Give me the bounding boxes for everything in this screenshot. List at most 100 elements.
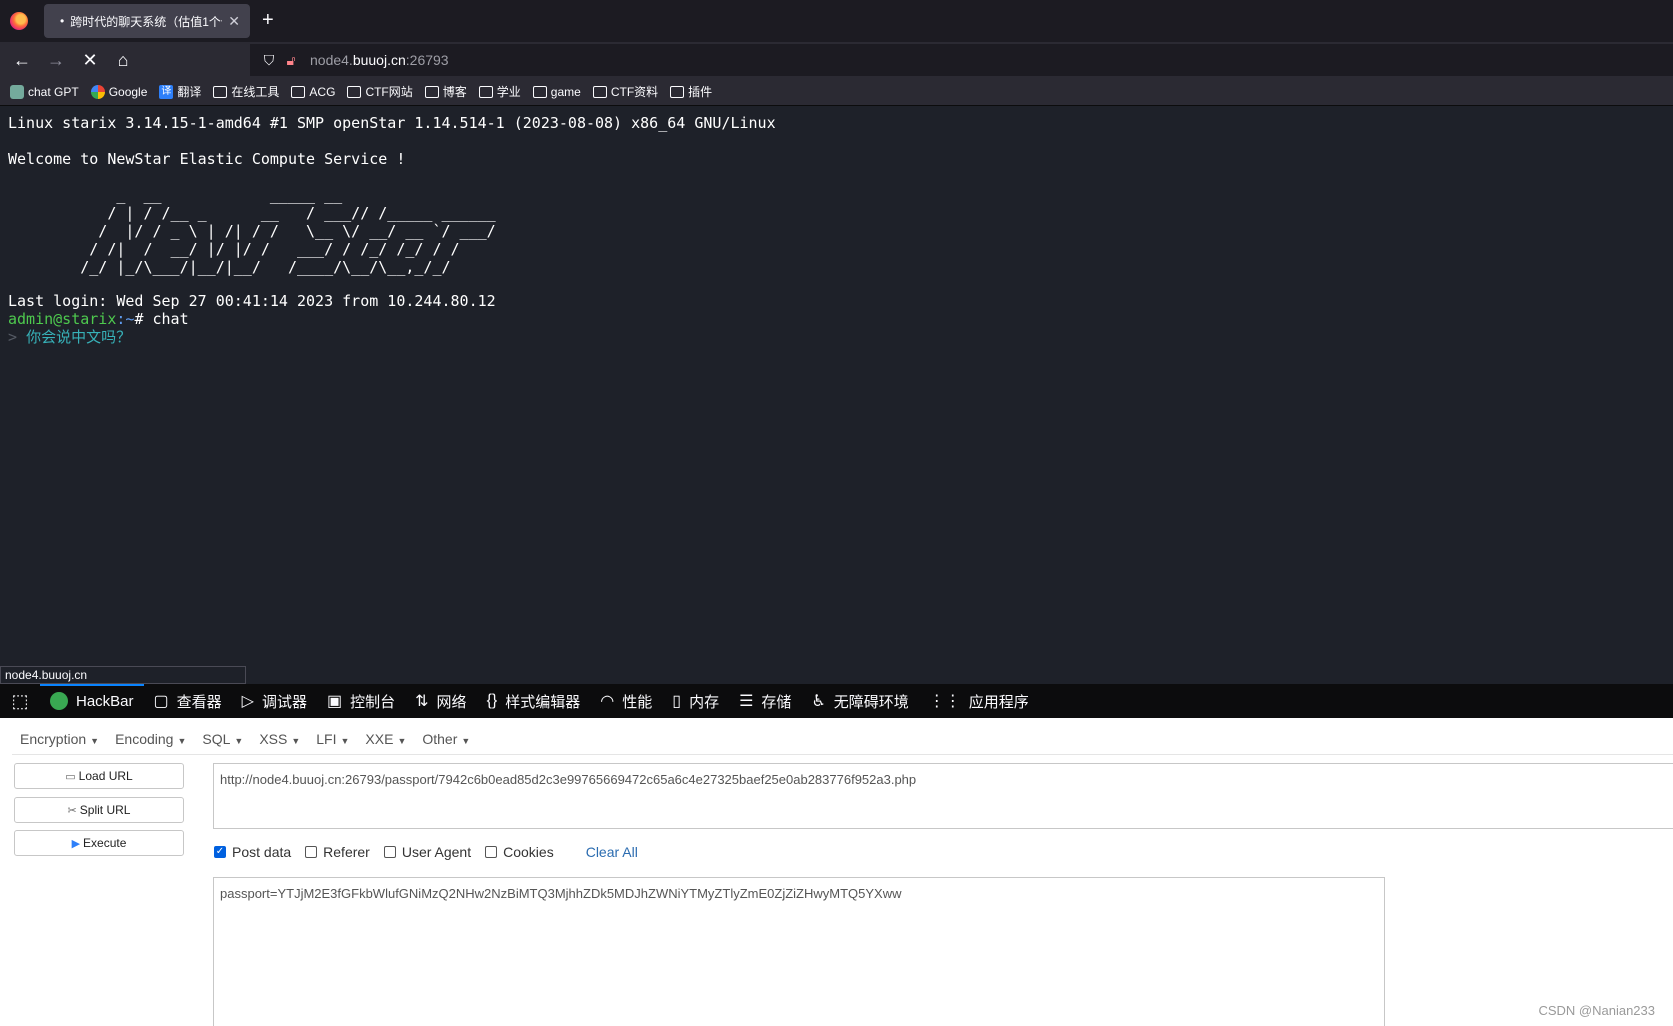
new-tab-button[interactable]: +	[262, 9, 274, 31]
tab-style-editor[interactable]: {} 样式编辑器	[477, 684, 591, 718]
play-icon: ▶	[71, 838, 81, 850]
folder-icon	[532, 85, 547, 98]
tab-debugger[interactable]: ▷ 调试器	[232, 684, 317, 718]
hackbar-panel: Encryption ▼ Encoding ▼ SQL ▼ XSS ▼ LFI ▼ XXE…	[0, 718, 1673, 1026]
application-icon: ⋮⋮	[928, 693, 961, 710]
bookmark-folder-ctf-materials[interactable]: CTF资料	[592, 83, 658, 100]
menu-encoding[interactable]: Encoding ▼	[115, 731, 186, 747]
tab-application[interactable]: ⋮⋮ 应用程序	[919, 684, 1039, 718]
tab-inspector[interactable]: ▢ 查看器	[144, 684, 232, 718]
referer-checkbox[interactable]: Referer	[305, 844, 370, 860]
folder-icon	[213, 85, 228, 98]
split-url-button[interactable]: ✂ Split URL	[14, 797, 184, 823]
folder-icon	[478, 85, 493, 98]
welcome-line: Welcome to NewStar Elastic Compute Servi…	[8, 150, 406, 168]
translate-icon: 译	[159, 84, 174, 99]
tab-console[interactable]: ▣ 控制台	[317, 684, 405, 718]
prompt-command: # chat	[134, 310, 189, 328]
scissors-icon: ✂	[67, 805, 77, 817]
menu-encryption[interactable]: Encryption ▼	[20, 731, 99, 747]
hackbar-icon	[50, 692, 68, 710]
url-textarea[interactable]: http://node4.buuoj.cn:26793/passport/794…	[213, 763, 1673, 829]
close-tab-icon[interactable]: ✕	[228, 13, 240, 30]
stop-loading-icon[interactable]: ✕	[79, 49, 101, 71]
network-icon: ⇅	[415, 693, 429, 710]
menu-sql[interactable]: SQL ▼	[202, 731, 243, 747]
user-agent-checkbox[interactable]: User Agent	[383, 844, 471, 860]
menu-xss[interactable]: XSS ▼	[259, 731, 300, 747]
bookmark-google[interactable]: Google	[90, 84, 147, 99]
menu-xxe[interactable]: XXE ▼	[365, 731, 406, 747]
uname-line: Linux starix 3.14.15-1-amd64 #1 SMP open…	[8, 114, 776, 132]
execute-button[interactable]: ▶ Execute	[14, 830, 184, 856]
request-options: ✓ Post data Referer User Agent Cookies Cl…	[214, 844, 638, 860]
clear-all-link[interactable]: Clear All	[586, 844, 638, 860]
caret-down-icon: ▼	[177, 736, 187, 746]
menu-other[interactable]: Other ▼	[422, 731, 470, 747]
load-url-button[interactable]: ▭ Load URL	[14, 763, 184, 789]
chat-input-line[interactable]: > 你会说中文吗？	[8, 328, 131, 346]
hackbar-menu-row: Encryption ▼ Encoding ▼ SQL ▼ XSS ▼ LFI ▼ XXE…	[12, 724, 1673, 755]
caret-down-icon: ▼	[234, 736, 244, 746]
cookies-checkbox[interactable]: Cookies	[485, 844, 554, 860]
storage-icon: ☰	[739, 693, 754, 710]
post-data-textarea[interactable]: passport=YTJjM2E3fGFkbWlufGNiMzQ2NHw2NzB…	[213, 877, 1385, 1026]
firefox-icon[interactable]	[10, 12, 28, 30]
bookmark-folder-study[interactable]: 学业	[478, 83, 521, 100]
performance-icon: ◠	[600, 693, 615, 710]
checkbox-unchecked-icon	[383, 846, 396, 858]
devtools-toolbar: ⬚ HackBar ▢ 查看器 ▷ 调试器 ▣ 控制台 ⇅ 网络 {} 样式编辑器 ◠ 性能…	[0, 684, 1673, 718]
google-icon	[90, 84, 105, 99]
console-icon: ▣	[327, 693, 343, 710]
status-link-overlay: node4.buuoj.cn	[0, 666, 246, 684]
caret-down-icon: ▼	[461, 736, 471, 746]
bookmark-translate[interactable]: 译翻译	[159, 83, 201, 100]
bookmark-folder-ctf-sites[interactable]: CTF网站	[347, 83, 413, 100]
last-login-line: Last login: Wed Sep 27 00:41:14 2023 fro…	[8, 292, 496, 310]
checkbox-unchecked-icon	[485, 846, 498, 858]
terminal-page[interactable]: Linux starix 3.14.15-1-amd64 #1 SMP open…	[0, 106, 1673, 684]
chat-marker: >	[8, 328, 18, 346]
home-icon[interactable]: ⌂	[112, 49, 134, 71]
folder-icon	[424, 85, 439, 98]
bookmark-folder-blog[interactable]: 博客	[424, 83, 467, 100]
bookmarks-toolbar: chat GPT Google 译翻译 在线工具 ACG CTF网站 博客 学业…	[0, 78, 1673, 106]
folder-icon	[670, 85, 685, 98]
tab-memory[interactable]: ▯ 内存	[662, 684, 729, 718]
tab-title: 跨时代的聊天系统（估值1个亿	[70, 14, 223, 29]
tab-storage[interactable]: ☰ 存储	[729, 684, 801, 718]
tab-network[interactable]: ⇅ 网络	[405, 684, 476, 718]
bookmark-chatgpt[interactable]: chat GPT	[10, 84, 79, 99]
chat-input-text[interactable]: 你会说中文吗？	[26, 328, 131, 346]
tab-loading-dot: •	[60, 14, 65, 28]
navigation-bar: ← → ✕ ⌂ ⛉ 🔓︎ node4.buuoj.cn:26793	[0, 42, 1673, 78]
address-bar[interactable]: ⛉ 🔓︎ node4.buuoj.cn:26793	[250, 44, 1673, 76]
forward-arrow-icon[interactable]: →	[45, 49, 67, 71]
folder-icon	[592, 85, 607, 98]
bookmark-folder-game[interactable]: game	[532, 85, 581, 99]
back-arrow-icon[interactable]: ←	[11, 49, 33, 71]
insecure-lock-icon[interactable]: 🔓︎	[280, 52, 302, 69]
url-text[interactable]: node4.buuoj.cn:26793	[310, 52, 449, 68]
browser-tab[interactable]: • 跨时代的聊天系统（估值1个亿 ✕	[44, 4, 250, 38]
caret-down-icon: ▼	[340, 736, 350, 746]
tab-performance[interactable]: ◠ 性能	[590, 684, 662, 718]
menu-lfi[interactable]: LFI ▼	[316, 731, 349, 747]
bookmark-folder-acg[interactable]: ACG	[291, 85, 335, 99]
prompt-user: admin@starix	[8, 310, 117, 328]
tab-hackbar[interactable]: HackBar	[40, 684, 144, 718]
element-picker-icon[interactable]: ⬚	[0, 691, 40, 712]
bookmark-folder-online-tools[interactable]: 在线工具	[213, 83, 279, 100]
caret-down-icon: ▼	[90, 736, 100, 746]
tab-accessibility[interactable]: ♿︎ 无障碍环境	[801, 684, 918, 718]
checkbox-unchecked-icon	[305, 846, 318, 858]
prompt-path: :~	[116, 310, 135, 328]
tab-strip: • 跨时代的聊天系统（估值1个亿 ✕ +	[0, 0, 1673, 42]
bookmark-folder-plugins[interactable]: 插件	[670, 83, 712, 100]
post-data-checkbox[interactable]: ✓ Post data	[214, 844, 291, 860]
tracking-protection-icon[interactable]: ⛉	[258, 52, 280, 69]
inspector-icon: ▢	[153, 693, 169, 710]
folder-icon	[291, 85, 306, 98]
chatgpt-icon	[10, 84, 24, 99]
accessibility-icon: ♿︎	[811, 693, 826, 710]
